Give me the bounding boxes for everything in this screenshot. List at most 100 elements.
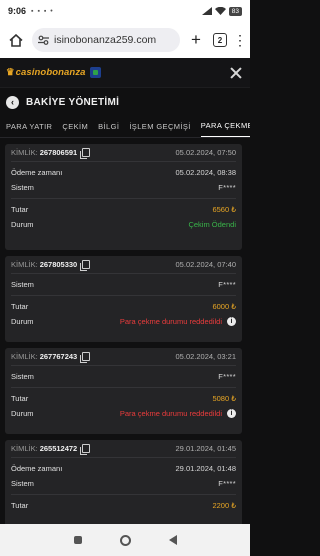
transaction-id: 267805330 (39, 260, 78, 269)
tab-deposit[interactable]: PARA YATIR (6, 116, 52, 137)
address-bar[interactable]: isinobonanza259.com (32, 28, 180, 52)
divider (11, 387, 236, 388)
amount-value: 6560 ₺ (212, 205, 236, 214)
info-icon[interactable]: i (227, 409, 236, 418)
home-icon (9, 33, 23, 47)
recents-button[interactable] (73, 536, 82, 544)
status-label: Durum (11, 220, 34, 229)
home-button[interactable] (5, 33, 27, 47)
transaction-date: 05.02.2024, 03:21 (175, 352, 236, 361)
new-tab-button[interactable]: + (185, 30, 207, 50)
wifi-icon (214, 7, 226, 15)
system-value: F**** (218, 479, 236, 488)
system-nav-bar (0, 524, 250, 556)
tab-withdraw-status[interactable]: PARA ÇEKME DURUMU (200, 116, 250, 137)
card-header: KİMLİK: 267767243 05.02.2024, 03:21 (11, 348, 236, 366)
id-label: KİMLİK: (11, 444, 38, 453)
copy-icon[interactable] (79, 444, 91, 455)
divider (11, 494, 236, 495)
home-nav-button[interactable] (119, 534, 131, 546)
site-header: ♛casinobonanza (0, 58, 250, 88)
browser-menu-button[interactable]: ⋮ (233, 33, 247, 47)
copy-icon[interactable] (79, 352, 91, 363)
status-value: Para çekme durumu reddedildi (119, 317, 222, 326)
tab-withdraw[interactable]: ÇEKİM (62, 116, 88, 137)
amount-value: 2200 ₺ (212, 501, 236, 510)
battery-icon: 83 (228, 6, 242, 16)
system-label: Sistem (11, 183, 34, 192)
system-row: Sistem F**** (11, 476, 236, 491)
clock: 9:06 (8, 6, 27, 16)
page-title: BAKİYE YÖNETİMİ (26, 96, 120, 108)
status-row: Durum Çekim Ödendi (11, 217, 236, 232)
transaction-date: 05.02.2024, 07:50 (175, 148, 236, 157)
back-button[interactable]: ‹ (6, 95, 19, 109)
status-right: 83 (201, 6, 242, 16)
status-value-wrap: Para çekme durumu reddedildi i (120, 409, 236, 418)
system-label: Sistem (11, 280, 34, 289)
status-label: Durum (11, 317, 34, 326)
system-label: Sistem (11, 372, 34, 381)
amount-label: Tutar (11, 205, 29, 214)
license-badge-icon (89, 67, 101, 78)
amount-label: Tutar (11, 394, 29, 403)
status-label: Durum (11, 409, 34, 418)
payment-time-row: Ödeme zamanı 05.02.2024, 08:38 (11, 165, 236, 180)
amount-label: Tutar (11, 501, 29, 510)
amount-row: Tutar 6560 ₺ (11, 202, 236, 217)
card-header: KİMLİK: 265512472 29.01.2024, 01:45 (11, 440, 236, 458)
browser-toolbar: isinobonanza259.com + 2 ⋮ (0, 22, 250, 58)
system-label: Sistem (11, 479, 34, 488)
copy-icon[interactable] (79, 260, 91, 271)
signal-icon (201, 7, 212, 15)
crown-icon: ♛ (6, 67, 15, 78)
amount-row: Tutar 2200 ₺ (11, 498, 236, 513)
card-header: KİMLİK: 267805330 05.02.2024, 07:40 (11, 256, 236, 274)
balance-tabs: PARA YATIR ÇEKİM BİLGİ İŞLEM GEÇMİŞİ PAR… (0, 116, 250, 138)
system-row: Sistem F**** (11, 277, 236, 292)
id-label: KİMLİK: (11, 260, 38, 269)
amount-value: 5080 ₺ (212, 394, 236, 403)
payment-time-label: Ödeme zamanı (11, 168, 63, 177)
status-value-wrap: Para çekme durumu reddedildi i (120, 317, 236, 326)
id-label: KİMLİK: (11, 352, 38, 361)
amount-row: Tutar 6000 ₺ (11, 299, 236, 314)
close-icon[interactable] (228, 65, 244, 81)
transaction-date: 29.01.2024, 01:45 (175, 444, 236, 453)
site-settings-icon[interactable] (38, 35, 49, 45)
system-row: Sistem F**** (11, 369, 236, 384)
system-value: F**** (218, 183, 236, 192)
payment-time-value: 29.01.2024, 01:48 (175, 464, 236, 473)
transaction-card: KİMLİK: 267805330 05.02.2024, 07:40 Sist… (5, 256, 242, 342)
copy-icon[interactable] (79, 148, 91, 159)
tab-history[interactable]: İŞLEM GEÇMİŞİ (129, 116, 190, 137)
status-row: Durum Para çekme durumu reddedildi i (11, 314, 236, 329)
tab-info[interactable]: BİLGİ (98, 116, 119, 137)
status-value: Çekim Ödendi (188, 220, 236, 229)
transaction-id: 265512472 (39, 444, 78, 453)
transaction-card: KİMLİK: 267767243 05.02.2024, 03:21 Sist… (5, 348, 242, 434)
id-label: KİMLİK: (11, 148, 38, 157)
transaction-id: 267806591 (39, 148, 78, 157)
logo-text: casinobonanza (15, 67, 86, 78)
transaction-id: 267767243 (39, 352, 78, 361)
system-row: Sistem F**** (11, 180, 236, 195)
withdrawal-list: KİMLİK: 267806591 05.02.2024, 07:50 Ödem… (0, 144, 250, 524)
amount-row: Tutar 5080 ₺ (11, 391, 236, 406)
info-icon[interactable]: i (227, 317, 236, 326)
transaction-date: 05.02.2024, 07:40 (175, 260, 236, 269)
transaction-card: KİMLİK: 265512472 29.01.2024, 01:45 Ödem… (5, 440, 242, 524)
notification-icons: ▪ ▪ ▪ • (31, 7, 54, 15)
url-text: isinobonanza259.com (54, 34, 157, 46)
system-value: F**** (218, 372, 236, 381)
status-value: Para çekme durumu reddedildi (119, 409, 222, 418)
tab-switcher-button[interactable]: 2 (213, 33, 227, 47)
amount-value: 6000 ₺ (212, 302, 236, 311)
payment-time-row: Ödeme zamanı 29.01.2024, 01:48 (11, 461, 236, 476)
card-header: KİMLİK: 267806591 05.02.2024, 07:50 (11, 144, 236, 162)
amount-label: Tutar (11, 302, 29, 311)
system-value: F**** (218, 280, 236, 289)
payment-time-label: Ödeme zamanı (11, 464, 63, 473)
back-nav-button[interactable] (168, 535, 177, 545)
site-logo[interactable]: ♛casinobonanza (6, 67, 86, 78)
